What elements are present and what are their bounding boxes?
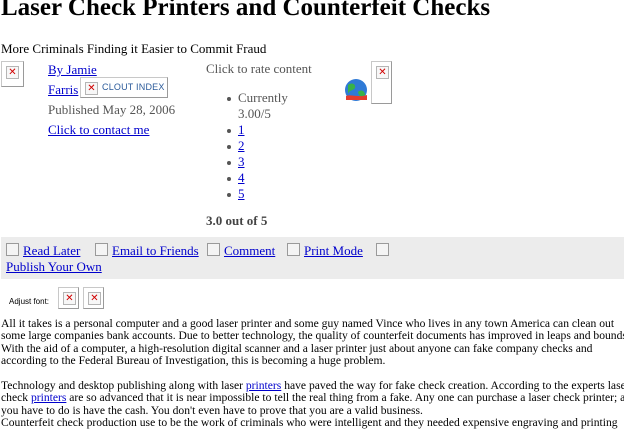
- author-photo: ✕: [1, 61, 24, 87]
- rating-option-5[interactable]: 5: [227, 186, 288, 202]
- font-decrease-button[interactable]: ✕: [83, 287, 104, 309]
- article-actions-bar: Read Later Email to Friends Comment Prin…: [1, 237, 624, 279]
- article-paragraph: Technology and desktop publishing along …: [1, 379, 624, 417]
- read-later-action[interactable]: Read Later: [6, 243, 80, 259]
- comment-action[interactable]: Comment: [207, 243, 275, 259]
- email-friends-action[interactable]: Email to Friends: [95, 243, 199, 259]
- adjust-font-label: Adjust font:: [9, 297, 50, 306]
- rating-option-4[interactable]: 4: [227, 170, 288, 186]
- page-title: Laser Check Printers and Counterfeit Che…: [1, 0, 491, 21]
- clout-index-badge[interactable]: ✕ CLOUT INDEX: [80, 77, 168, 98]
- author-link-surname[interactable]: Farris: [48, 82, 78, 97]
- clout-index-label: CLOUT INDEX: [102, 82, 165, 92]
- contact-author-link[interactable]: Click to contact me: [48, 122, 149, 137]
- print-mode-action[interactable]: Print Mode: [287, 243, 363, 259]
- rating-option-3[interactable]: 3: [227, 154, 288, 170]
- printers-link[interactable]: printers: [31, 391, 66, 404]
- broken-image-icon: ✕: [85, 82, 98, 95]
- rating-option-1[interactable]: 1: [227, 122, 288, 138]
- byline: By Jamie Farris Published May 28, 2006 C…: [48, 60, 175, 140]
- rating-option-2[interactable]: 2: [227, 138, 288, 154]
- globe-icon: [345, 79, 367, 101]
- checkbox-icon[interactable]: [287, 243, 300, 256]
- sidebar-image: ✕: [371, 61, 392, 104]
- font-increase-button[interactable]: ✕: [58, 287, 79, 309]
- checkbox-icon[interactable]: [207, 243, 220, 256]
- font-adjust: Adjust font: ✕ ✕: [0, 283, 106, 311]
- broken-image-icon: ✕: [376, 66, 389, 79]
- printers-link[interactable]: printers: [246, 379, 281, 392]
- broken-image-icon: ✕: [6, 66, 19, 79]
- article-paragraph: Counterfeit check production use to be t…: [1, 416, 618, 430]
- rating-summary: 3.0 out of 5: [206, 213, 268, 228]
- article-subtitle: More Criminals Finding it Easier to Comm…: [1, 41, 267, 56]
- publish-own-action[interactable]: Publish Your Own: [6, 243, 389, 275]
- checkbox-icon[interactable]: [376, 243, 389, 256]
- rating-prompt: Click to rate content: [206, 61, 312, 76]
- article-body: All it takes is a personal computer and …: [1, 317, 624, 442]
- published-date: Published May 28, 2006: [48, 102, 176, 117]
- broken-image-icon: ✕: [63, 292, 76, 305]
- rating-current: Currently 3.00/5: [227, 90, 288, 122]
- article-paragraph: All it takes is a personal computer and …: [1, 317, 624, 368]
- checkbox-icon[interactable]: [6, 243, 19, 256]
- author-link[interactable]: By Jamie: [48, 62, 97, 77]
- broken-image-icon: ✕: [88, 292, 101, 305]
- checkbox-icon[interactable]: [95, 243, 108, 256]
- rating-list: Currently 3.00/5 1 2 3 4 5: [227, 90, 288, 202]
